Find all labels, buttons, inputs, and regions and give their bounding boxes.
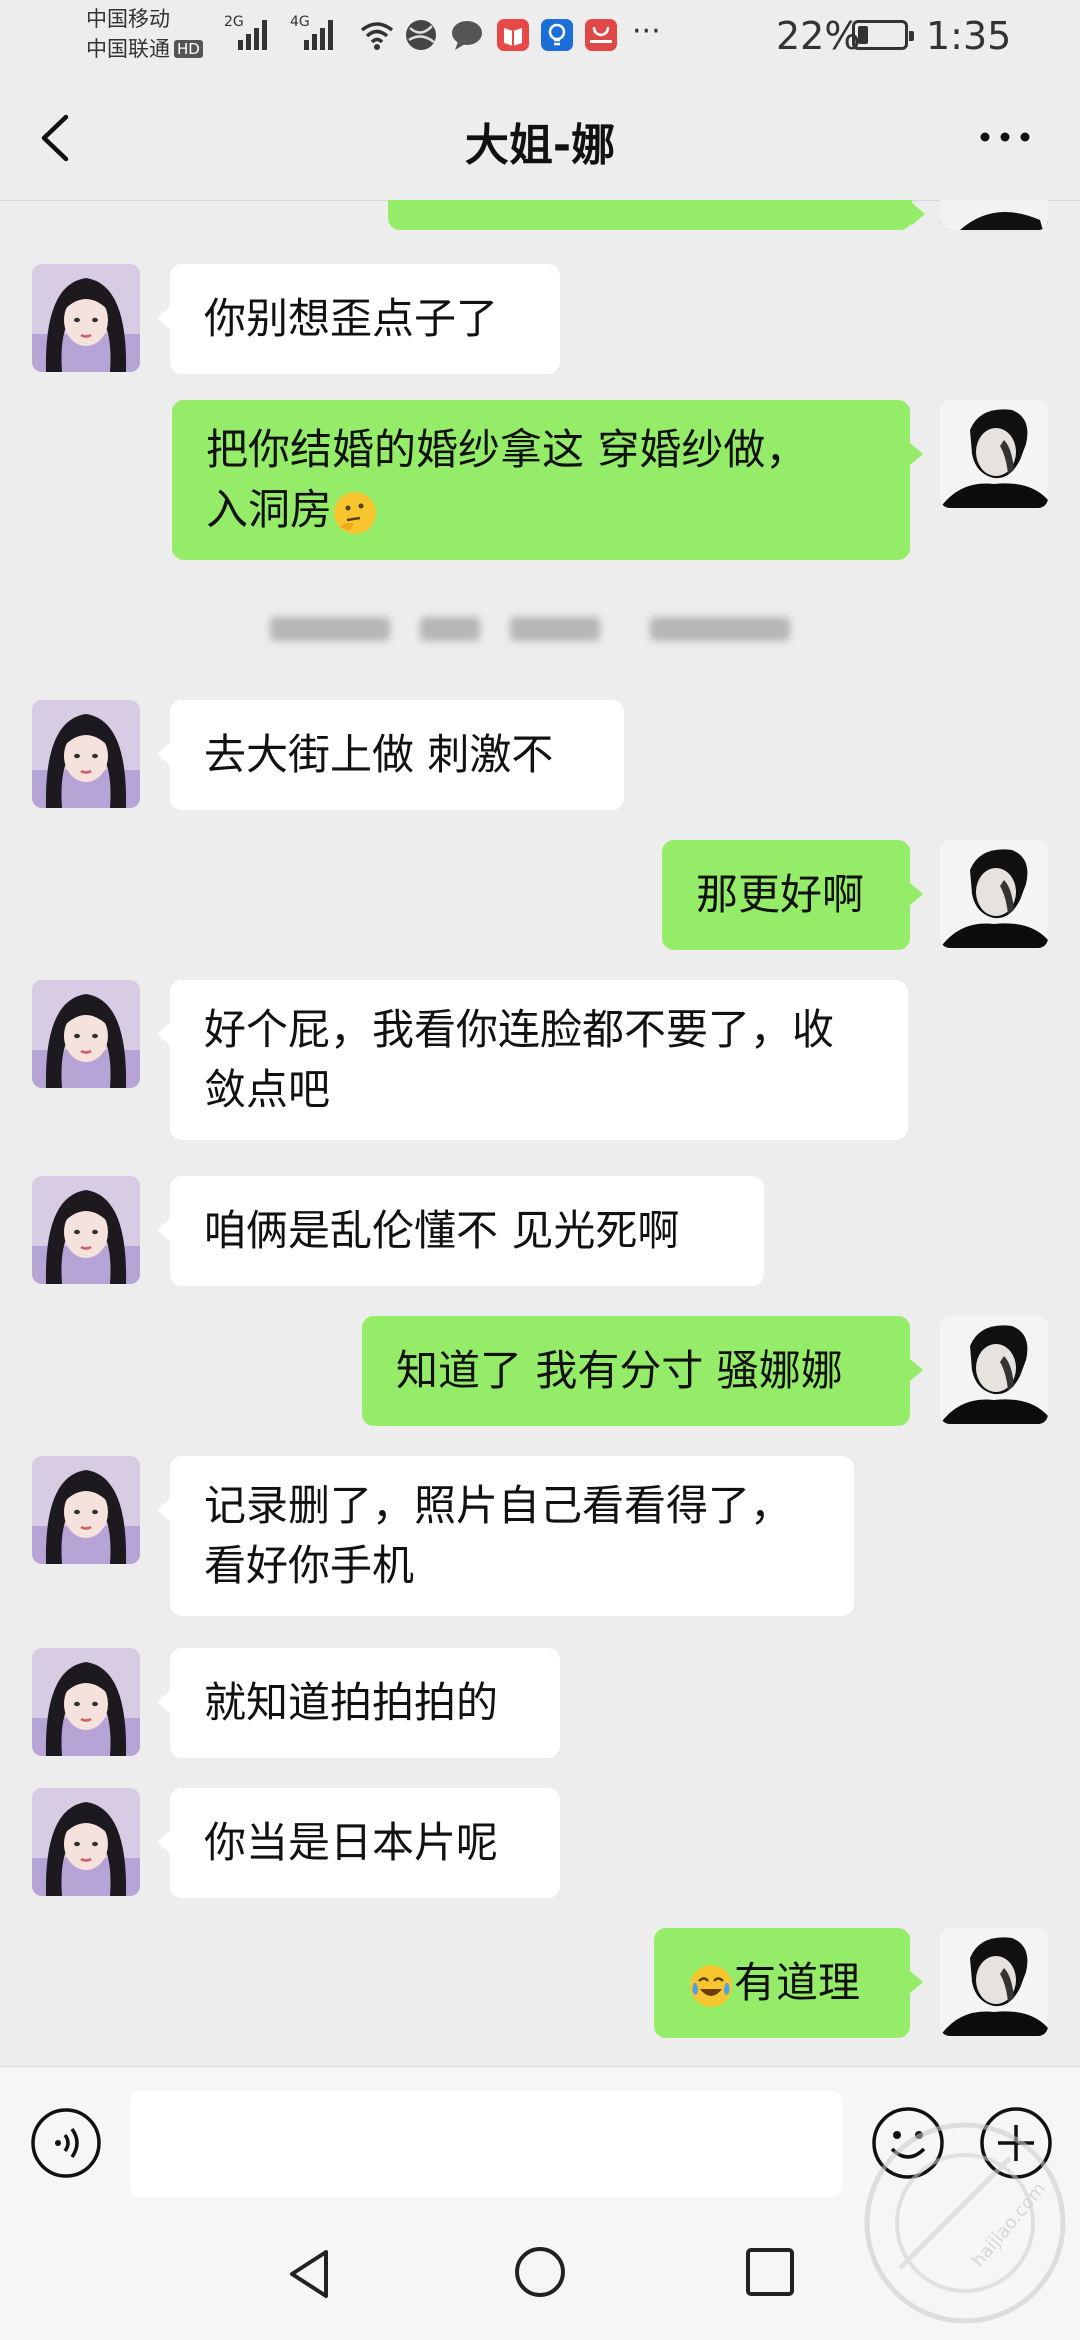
hd-badge: HD (174, 40, 203, 58)
contact-avatar[interactable] (32, 264, 140, 372)
nav-back-button[interactable] (284, 2246, 340, 2302)
message-bubble[interactable]: 你当是日本片呢 (157, 1788, 560, 1898)
message-bubble[interactable]: 就知道拍拍拍的 (157, 1648, 560, 1758)
message-bubble[interactable]: 你别想歪点子了 (157, 264, 560, 374)
network-type-2: 4G (290, 14, 310, 30)
browser-icon (406, 20, 436, 50)
chat-header: 大姐-娜 (0, 75, 1080, 201)
message-icon (452, 21, 482, 50)
message-bubble-partial[interactable] (388, 200, 925, 230)
message-text: 就知道拍拍拍的 (204, 1673, 498, 1733)
message-bubble[interactable]: 好个屁，我看你连脸都不要了，收 敛点吧 (157, 980, 908, 1140)
message-text-line: 看好你手机 (204, 1541, 415, 1590)
signal-2g-icon: 2G (224, 14, 267, 50)
nav-recents-button[interactable] (742, 2244, 798, 2300)
message-bubble[interactable]: 那更好啊 (662, 840, 923, 950)
message-text: 你当是日本片呢 (204, 1813, 498, 1873)
message-text-line: 入洞房 (206, 485, 333, 534)
message-text-line: 记录删了，照片自己看看得了， (204, 1481, 793, 1530)
message-bubble[interactable]: 咱俩是乱伦懂不 见光死啊 (157, 1176, 764, 1286)
battery-percent: 22% (776, 14, 861, 58)
contact-avatar[interactable] (32, 1788, 140, 1896)
wifi-icon (360, 22, 394, 50)
message-text: 把你结婚的婚纱拿这 穿婚纱做， 入洞房 (206, 420, 807, 540)
contact-avatar[interactable] (32, 1456, 140, 1564)
bulb-app-icon (541, 19, 573, 51)
message-text-line: 有道理 (734, 1958, 861, 2007)
watermark-logo: haijiao.com (864, 2122, 1066, 2324)
contact-avatar[interactable] (32, 1176, 140, 1284)
message-bubble[interactable]: 把你结婚的婚纱拿这 穿婚纱做， 入洞房 (172, 400, 923, 560)
more-options-button[interactable] (975, 117, 1035, 157)
voice-input-button[interactable] (30, 2107, 102, 2179)
message-text-line: 敛点吧 (204, 1065, 331, 1114)
my-avatar[interactable] (940, 400, 1048, 508)
message-bubble[interactable]: 知道了 我有分寸 骚娜娜 (362, 1316, 923, 1426)
blurred-system-notice (270, 597, 810, 657)
message-text-line: 去大街上做 刺激不 (204, 730, 554, 779)
clock: 1:35 (926, 14, 1012, 58)
crying-laughing-face-icon (690, 1964, 732, 2007)
chat-title: 大姐-娜 (464, 120, 616, 171)
contact-avatar[interactable] (32, 700, 140, 808)
message-text-line: 就知道拍拍拍的 (204, 1678, 499, 1727)
message-bubble[interactable]: 去大街上做 刺激不 (157, 700, 624, 810)
thinking-face-icon (334, 491, 377, 534)
carrier-2: 中国联通 (86, 37, 170, 61)
carrier-info: 中国移动 中国联通 HD (86, 4, 203, 64)
my-avatar[interactable] (940, 1928, 1048, 2036)
my-avatar[interactable] (940, 1316, 1048, 1424)
battery-icon (852, 20, 914, 50)
message-text-line: 那更好啊 (696, 870, 865, 919)
message-text: 有道理 (688, 1953, 860, 2013)
message-bubble[interactable]: 记录删了，照片自己看看得了， 看好你手机 (157, 1456, 854, 1616)
message-text: 去大街上做 刺激不 (204, 725, 553, 785)
message-text-line: 咱俩是乱伦懂不 见光死啊 (204, 1206, 680, 1255)
message-input[interactable] (130, 2091, 842, 2197)
message-text-line: 把你结婚的婚纱拿这 穿婚纱做， (206, 425, 808, 474)
message-text: 咱俩是乱伦懂不 见光死啊 (204, 1201, 679, 1261)
message-text: 知道了 我有分寸 骚娜娜 (396, 1341, 843, 1401)
message-text: 记录删了，照片自己看看得了， 看好你手机 (204, 1476, 792, 1596)
contact-avatar[interactable] (32, 1648, 140, 1756)
my-avatar[interactable] (940, 840, 1048, 948)
nav-home-button[interactable] (512, 2244, 568, 2300)
contact-avatar[interactable] (32, 980, 140, 1088)
message-text: 好个屁，我看你连脸都不要了，收 敛点吧 (204, 1000, 834, 1120)
message-text-line: 你别想歪点子了 (204, 294, 499, 343)
message-text-line: 好个屁，我看你连脸都不要了，收 (204, 1005, 835, 1054)
svg-text:haijiao.com: haijiao.com (968, 2179, 1051, 2272)
message-text-line: 你当是日本片呢 (204, 1818, 499, 1867)
huawei-app-icon (585, 19, 617, 51)
network-type-1: 2G (224, 14, 244, 30)
message-text: 你别想歪点子了 (204, 289, 498, 349)
signal-4g-icon: 4G (290, 14, 333, 50)
status-bar: 中国移动 中国联通 HD 2G 4G ··· 22% 1:35 (0, 0, 1080, 75)
my-avatar-partial[interactable] (940, 200, 1048, 230)
book-app-icon (497, 19, 529, 51)
more-notifications: ··· (632, 14, 661, 49)
message-text: 那更好啊 (696, 865, 864, 925)
message-list[interactable]: 你别想歪点子了 把你结婚的婚纱拿这 穿婚纱做， 入洞房 去大街上做 刺激不 那更好… (0, 200, 1080, 2066)
carrier-1: 中国移动 (86, 7, 170, 31)
message-text-line: 知道了 我有分寸 骚娜娜 (396, 1346, 843, 1395)
message-bubble[interactable]: 有道理 (654, 1928, 923, 2038)
